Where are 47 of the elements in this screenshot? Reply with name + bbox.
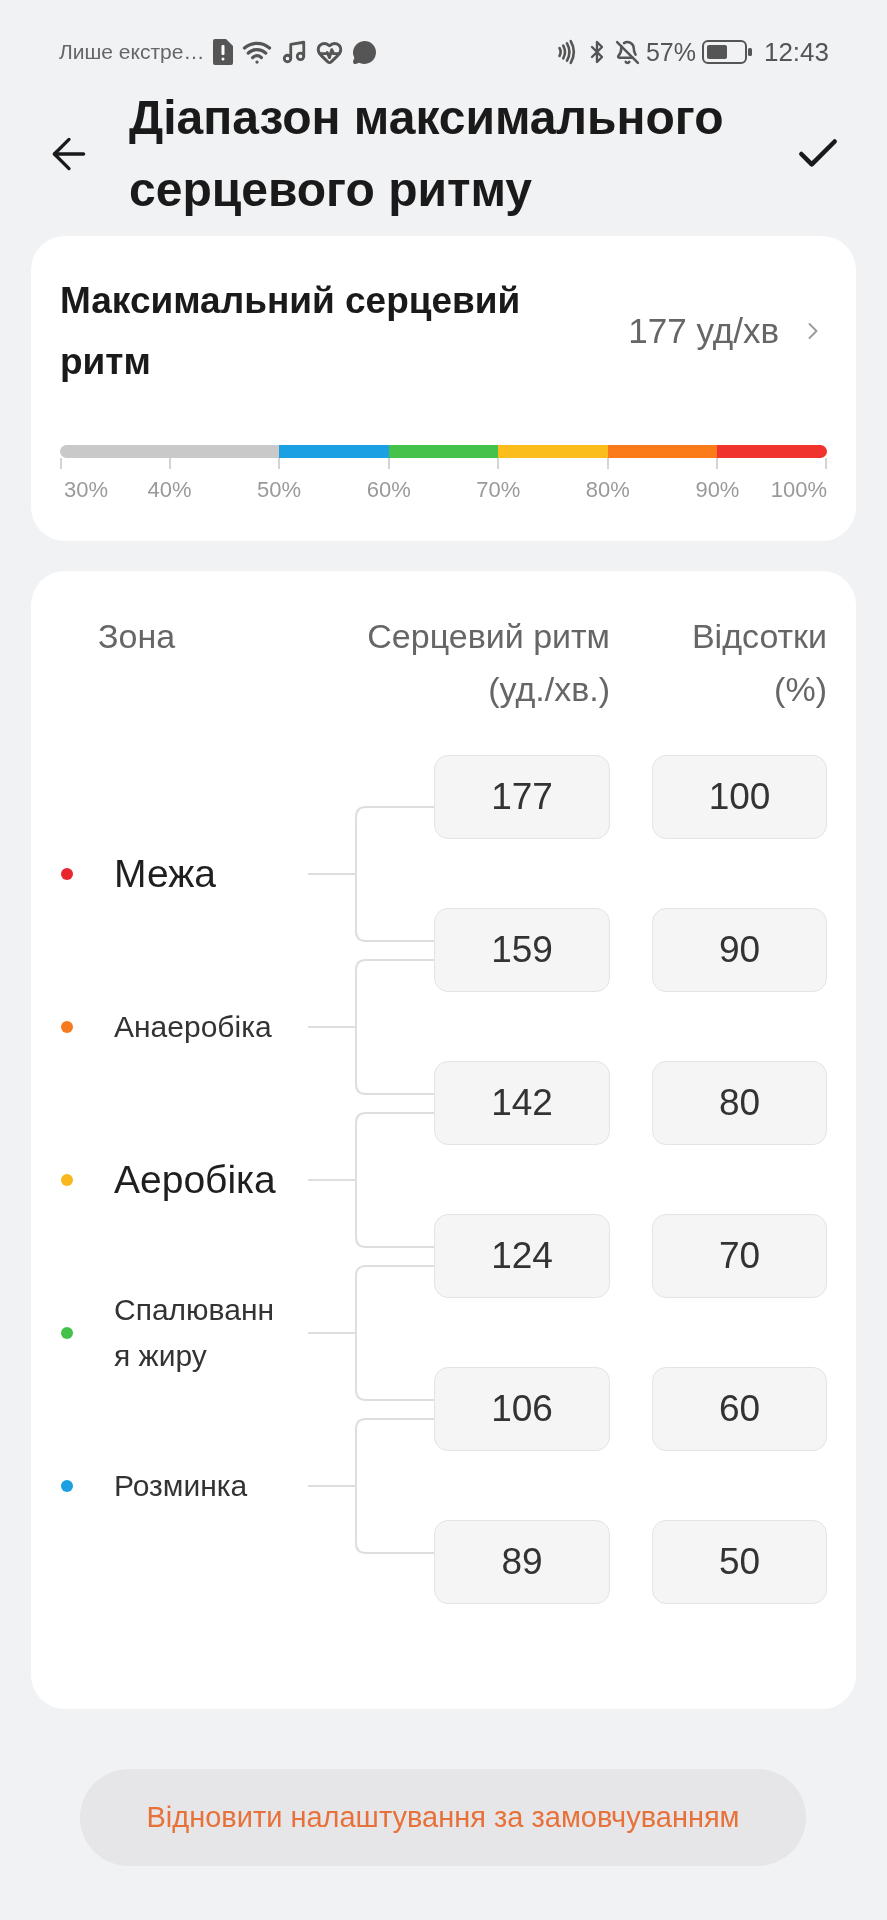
page-title: Діапазон максимального серцевого ритму <box>129 90 725 218</box>
bpm-field[interactable]: 124 <box>434 1214 610 1298</box>
zone-label: Аеробіка <box>114 1156 277 1203</box>
tick-label: 30% <box>64 477 109 502</box>
zone-label: Анаеробіка <box>114 1008 273 1045</box>
bpm-field[interactable]: 159 <box>434 908 610 992</box>
clock-time: 12:43 <box>763 37 829 67</box>
chat-bubble-icon <box>352 39 378 65</box>
percent-field[interactable]: 50 <box>652 1520 827 1604</box>
tick-mark <box>825 458 827 469</box>
max-heart-rate-label: Максимальний серцевий ритм <box>60 279 522 384</box>
percent-field[interactable]: 100 <box>652 755 827 839</box>
bell-off-icon <box>614 39 640 65</box>
tick-label: 50% <box>257 477 302 502</box>
percent-field[interactable]: 60 <box>652 1367 827 1451</box>
music-note-icon <box>281 39 308 65</box>
battery-icon <box>701 40 752 64</box>
bpm-field[interactable]: 142 <box>434 1061 610 1145</box>
zone-label: Межа <box>114 850 217 897</box>
column-header: Зона <box>98 617 176 655</box>
tick-label: 40% <box>147 477 192 502</box>
max-heart-rate-value[interactable]: 177 уд/хв <box>628 309 779 353</box>
zone-label: Розминка <box>114 1467 249 1504</box>
tick-label: 80% <box>585 477 630 502</box>
bpm-field[interactable]: 177 <box>434 755 610 839</box>
tick-label: 90% <box>695 477 740 502</box>
percent-field[interactable]: 70 <box>652 1214 827 1298</box>
tick-mark <box>387 458 390 469</box>
column-header: Відсотки (%) <box>690 616 827 710</box>
bpm-field[interactable]: 89 <box>434 1520 610 1604</box>
zone-label: Спалювання жиру <box>114 1291 276 1374</box>
sim-alert-icon <box>213 39 234 65</box>
tick-mark <box>606 458 609 469</box>
notification-text: Лише екстре… <box>59 39 205 65</box>
tick-mark <box>60 458 62 469</box>
tick-mark <box>168 458 171 469</box>
percent-field[interactable]: 90 <box>652 908 827 992</box>
tick-mark <box>716 458 719 469</box>
percent-field[interactable]: 80 <box>652 1061 827 1145</box>
tick-label: 100% <box>770 477 827 502</box>
tick-label: 70% <box>476 477 521 502</box>
tick-label: 60% <box>366 477 411 502</box>
battery-percent: 57% <box>645 37 696 67</box>
tick-mark <box>497 458 500 469</box>
column-header: Серцевий ритм (уд./хв.) <box>366 616 610 710</box>
tick-mark <box>278 458 281 469</box>
bpm-field[interactable]: 106 <box>434 1367 610 1451</box>
